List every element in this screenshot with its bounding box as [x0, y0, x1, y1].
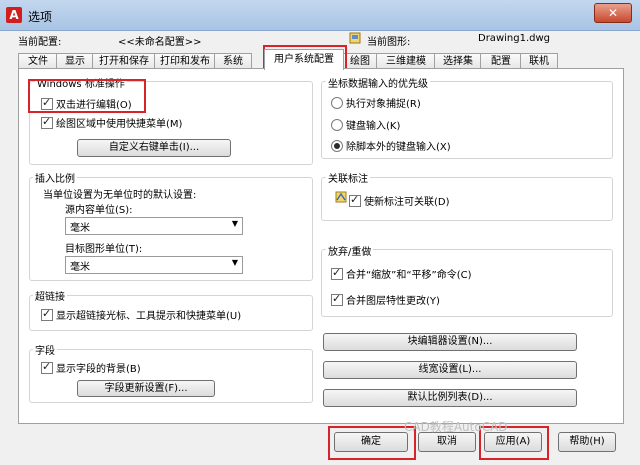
tab-3d-modeling[interactable]: 三维建模: [376, 53, 436, 69]
combine-zoom-pan-checkbox[interactable]: 合并“缩放”和“平移”命令(C): [331, 266, 472, 281]
combine-layer-changes-label: 合并图层特性更改(Y): [346, 296, 440, 307]
source-units-label: 源内容单位(S):: [65, 205, 133, 216]
help-button[interactable]: 帮助(H): [558, 432, 616, 452]
dropdown-arrow-icon: ▼: [231, 219, 238, 228]
close-button[interactable]: ✕: [594, 3, 632, 23]
radio-icon: [331, 119, 343, 131]
tab-online[interactable]: 联机: [520, 53, 558, 69]
dropdown-arrow-icon: ▼: [231, 258, 238, 267]
checkbox-checked-icon: [41, 307, 53, 321]
checkbox-checked-icon: [349, 193, 361, 207]
field-background-label: 显示字段的背景(B): [56, 364, 141, 375]
radio-selected-icon: [331, 140, 343, 152]
tab-profiles[interactable]: 配置: [480, 53, 522, 69]
insertion-scale-title: 插入比例: [33, 170, 77, 185]
cancel-button[interactable]: 取消: [418, 432, 476, 452]
default-scale-list-button[interactable]: 默认比例列表(D)...: [323, 389, 577, 407]
tab-selection[interactable]: 选择集: [434, 53, 482, 69]
highlight-windows-ops: [28, 79, 146, 113]
object-snap-label: 执行对象捕捉(R): [346, 99, 421, 110]
checkbox-checked-icon: [331, 292, 343, 306]
drawing-icon: [349, 32, 361, 44]
tab-files[interactable]: 文件: [18, 53, 58, 69]
coord-priority-title: 坐标数据输入的优先级: [326, 75, 430, 90]
target-units-label: 目标图形单位(T):: [65, 244, 143, 255]
target-units-select[interactable]: 毫米 ▼: [65, 256, 243, 274]
shortcut-menus-label: 绘图区域中使用快捷菜单(M): [56, 119, 183, 130]
keyboard-entry-radio[interactable]: 键盘输入(K): [331, 117, 400, 132]
current-profile-value: <<未命名配置>>: [118, 37, 202, 48]
tab-display[interactable]: 显示: [56, 53, 94, 69]
source-units-select[interactable]: 毫米 ▼: [65, 217, 243, 235]
field-update-settings-button[interactable]: 字段更新设置(F)...: [77, 380, 215, 397]
combine-layer-changes-checkbox[interactable]: 合并图层特性更改(Y): [331, 292, 440, 307]
assoc-dim-title: 关联标注: [326, 170, 370, 185]
tab-open-save[interactable]: 打开和保存: [92, 53, 156, 69]
tab-plot-publish[interactable]: 打印和发布: [154, 53, 216, 69]
radio-icon: [331, 97, 343, 109]
checkbox-checked-icon: [41, 115, 53, 129]
source-units-value: 毫米: [70, 223, 90, 234]
fields-title: 字段: [33, 342, 57, 357]
hyperlink-label: 显示超链接光标、工具提示和快捷菜单(U): [56, 311, 242, 322]
block-editor-settings-button[interactable]: 块编辑器设置(N)...: [323, 333, 577, 351]
undo-redo-title: 放弃/重做: [326, 243, 374, 258]
dimension-icon: [335, 190, 347, 204]
associative-dim-label: 使新标注可关联(D): [364, 197, 450, 208]
target-units-value: 毫米: [70, 262, 90, 273]
window-title: 选项: [28, 10, 53, 24]
autocad-logo-icon: A: [6, 7, 22, 23]
keyboard-entry-label: 键盘输入(K): [346, 121, 401, 132]
keyboard-except-scripts-label: 除脚本外的键盘输入(X): [346, 142, 451, 153]
insertion-scale-desc: 当单位设置为无单位时的默认设置:: [43, 190, 197, 201]
watermark-text: CAD教程AutoCAD: [404, 420, 508, 434]
hyperlink-title: 超链接: [33, 288, 67, 303]
highlight-ok: [328, 426, 416, 460]
keyboard-except-scripts-radio[interactable]: 除脚本外的键盘输入(X): [331, 138, 451, 153]
associative-dim-checkbox[interactable]: 使新标注可关联(D): [349, 193, 450, 208]
customize-right-click-button[interactable]: 自定义右键单击(I)...: [77, 139, 231, 157]
tab-drafting[interactable]: 绘图: [342, 53, 378, 69]
current-profile-label: 当前配置:: [18, 37, 62, 48]
lineweight-settings-button[interactable]: 线宽设置(L)...: [323, 361, 577, 379]
checkbox-checked-icon: [331, 266, 343, 280]
tab-system[interactable]: 系统: [214, 53, 252, 69]
hyperlink-checkbox[interactable]: 显示超链接光标、工具提示和快捷菜单(U): [41, 307, 241, 322]
current-drawing-value: Drawing1.dwg: [478, 33, 550, 44]
checkbox-checked-icon: [41, 360, 53, 374]
current-drawing-label: 当前图形:: [367, 37, 411, 48]
title-bar: A 选项 ✕: [0, 0, 640, 31]
shortcut-menus-checkbox[interactable]: 绘图区域中使用快捷菜单(M): [41, 115, 182, 130]
object-snap-radio[interactable]: 执行对象捕捉(R): [331, 95, 421, 110]
tab-user-preferences[interactable]: 用户系统配置: [264, 49, 344, 70]
field-background-checkbox[interactable]: 显示字段的背景(B): [41, 360, 141, 375]
options-panel: Windows 标准操作 双击进行编辑(O) 绘图区域中使用快捷菜单(M) 自定…: [18, 68, 624, 424]
combine-zoom-pan-label: 合并“缩放”和“平移”命令(C): [346, 270, 472, 281]
